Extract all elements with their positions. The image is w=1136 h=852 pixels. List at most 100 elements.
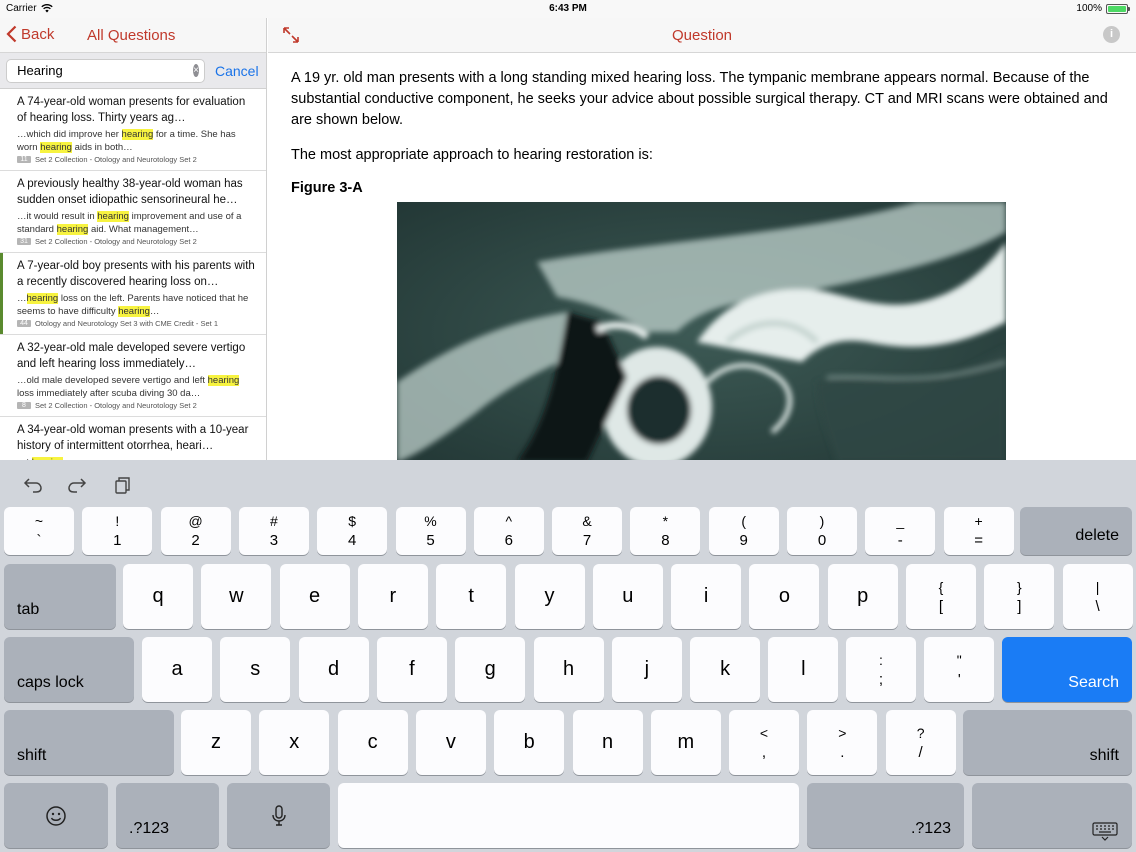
- figure-label: Figure 3-A: [291, 180, 363, 196]
- back-button[interactable]: Back: [6, 25, 54, 43]
- delete-key[interactable]: delete: [1020, 507, 1132, 555]
- key-o[interactable]: o: [749, 564, 820, 629]
- result-snippet: …old male developed severe vertigo and l…: [17, 374, 256, 400]
- collection-name: Otology and Neurotology Set 3 with CME C…: [35, 319, 219, 328]
- key-k[interactable]: k: [690, 637, 761, 702]
- search-field[interactable]: ×: [6, 58, 205, 83]
- key-shift-label: }: [1016, 578, 1022, 595]
- key-sym4-0[interactable]: <,: [729, 710, 799, 775]
- key-label: ': [957, 670, 961, 688]
- key-label: 3: [269, 532, 279, 549]
- key-num-11[interactable]: _ -: [865, 507, 936, 555]
- key-e[interactable]: e: [279, 564, 350, 629]
- undo-icon[interactable]: [23, 476, 43, 494]
- search-input[interactable]: [17, 63, 194, 78]
- key-l[interactable]: l: [768, 637, 839, 702]
- dictation-key[interactable]: [227, 783, 330, 848]
- key-symbol-1[interactable]: }]: [984, 564, 1055, 629]
- key-sym4-2[interactable]: ? /: [885, 710, 956, 775]
- search-result-item[interactable]: A 7-year-old boy presents with his paren…: [0, 253, 266, 335]
- question-title: Question: [671, 27, 733, 44]
- tab-key[interactable]: tab: [4, 564, 116, 629]
- key-punct-1[interactable]: " ': [924, 637, 995, 702]
- key-num-7[interactable]: & 7: [552, 507, 623, 555]
- key-num-6[interactable]: ^ 6: [473, 507, 544, 555]
- key-s[interactable]: s: [220, 637, 291, 702]
- key-v[interactable]: v: [415, 710, 486, 775]
- space-key[interactable]: [338, 783, 799, 848]
- shift-left-key[interactable]: shift: [4, 710, 174, 775]
- key-label: -: [897, 532, 903, 549]
- key-label: =: [974, 532, 983, 549]
- key-num-3[interactable]: #3: [238, 507, 309, 555]
- cancel-button[interactable]: Cancel: [215, 63, 259, 79]
- numbers-key-left[interactable]: .?123: [116, 783, 219, 848]
- result-title: A 32-year-old male developed severe vert…: [17, 342, 246, 370]
- result-snippet: …which did improve her hearing for a tim…: [17, 128, 256, 154]
- snippet-text: …it would result in: [17, 211, 98, 222]
- key-label: l: [801, 658, 806, 680]
- key-symbol-2[interactable]: | \: [1062, 564, 1133, 629]
- paste-icon[interactable]: [113, 476, 133, 494]
- key-d[interactable]: d: [298, 637, 369, 702]
- search-result-item[interactable]: A 74-year-old woman presents for evaluat…: [0, 89, 266, 171]
- emoji-key[interactable]: [4, 783, 108, 848]
- clear-search-icon[interactable]: ×: [193, 64, 199, 77]
- key-c[interactable]: c: [337, 710, 408, 775]
- key-r[interactable]: r: [357, 564, 428, 629]
- key-x[interactable]: x: [259, 710, 330, 775]
- key-i[interactable]: i: [671, 564, 742, 629]
- key-sym4-1[interactable]: >.: [807, 710, 878, 775]
- key-num-12[interactable]: + =: [943, 507, 1014, 555]
- search-result-item[interactable]: A previously healthy 38-year-old woman h…: [0, 171, 266, 253]
- shift-right-key[interactable]: shift: [963, 710, 1132, 775]
- search-key[interactable]: Search: [1002, 637, 1132, 702]
- key-backtick[interactable]: ~ `: [4, 507, 74, 555]
- ct-scan-image[interactable]: [397, 202, 1007, 460]
- key-num-5[interactable]: % 5: [395, 507, 466, 555]
- info-icon[interactable]: i: [1103, 26, 1120, 43]
- key-num-10[interactable]: ) 0: [787, 507, 857, 555]
- key-label: d: [328, 658, 340, 680]
- key-m[interactable]: m: [650, 710, 721, 775]
- key-label: y: [544, 585, 555, 607]
- numbers-key-right[interactable]: .?123: [807, 783, 964, 848]
- key-f[interactable]: f: [376, 637, 447, 702]
- key-w[interactable]: w: [201, 564, 272, 629]
- key-num-9[interactable]: (9: [708, 507, 779, 555]
- key-num-4[interactable]: $4: [317, 507, 388, 555]
- dismiss-keyboard-key[interactable]: [972, 783, 1132, 848]
- search-result-item[interactable]: A 34-year-old woman presents with a 10-y…: [0, 417, 266, 460]
- left-nav-bar: Back All Questions: [0, 18, 266, 53]
- caps-lock-key[interactable]: caps lock: [4, 637, 134, 702]
- key-symbol-0[interactable]: {[: [906, 564, 976, 629]
- redo-icon[interactable]: [67, 476, 87, 494]
- battery-icon: [1106, 3, 1130, 14]
- key-b[interactable]: b: [494, 710, 565, 775]
- key-p[interactable]: p: [827, 564, 898, 629]
- chevron-left-icon: [6, 25, 17, 43]
- key-shift-label: ~: [34, 513, 44, 529]
- key-num-2[interactable]: @2: [160, 507, 231, 555]
- key-q[interactable]: q: [123, 564, 193, 629]
- key-label: shift: [1089, 747, 1119, 764]
- key-g[interactable]: g: [455, 637, 526, 702]
- all-questions-title[interactable]: All Questions: [87, 27, 175, 44]
- emoji-icon: [46, 805, 66, 826]
- key-z[interactable]: z: [181, 710, 251, 775]
- key-j[interactable]: j: [611, 637, 682, 702]
- key-label: 2: [191, 532, 200, 549]
- key-label: .?123: [129, 820, 170, 837]
- key-punct-0[interactable]: :;: [846, 637, 916, 702]
- key-a[interactable]: a: [142, 637, 212, 702]
- key-label: z: [211, 731, 221, 753]
- key-t[interactable]: t: [436, 564, 507, 629]
- key-n[interactable]: n: [572, 710, 643, 775]
- search-result-item[interactable]: A 32-year-old male developed severe vert…: [0, 335, 266, 417]
- key-u[interactable]: u: [592, 564, 663, 629]
- key-num-8[interactable]: * 8: [630, 507, 701, 555]
- key-num-1[interactable]: ! 1: [82, 507, 153, 555]
- key-h[interactable]: h: [533, 637, 604, 702]
- status-bar: Carrier 6:43 PM 100%: [0, 0, 1136, 18]
- key-y[interactable]: y: [514, 564, 585, 629]
